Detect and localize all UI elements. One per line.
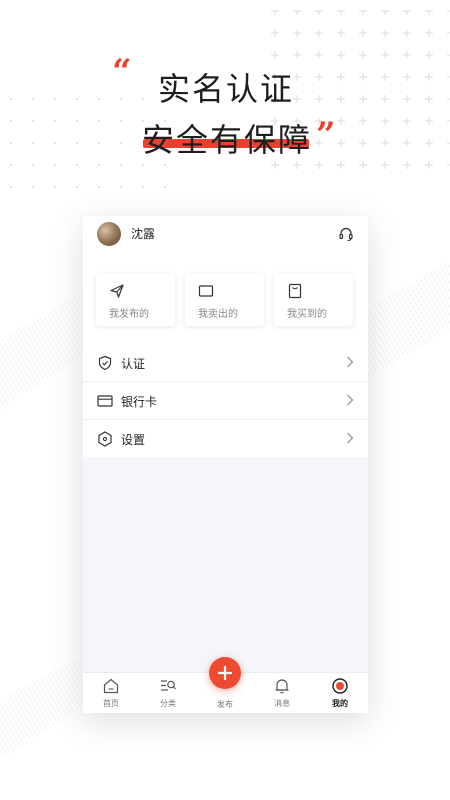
bell-icon bbox=[275, 679, 289, 694]
tab-label: 我的 bbox=[332, 699, 348, 708]
username[interactable]: 沈露 bbox=[131, 225, 155, 242]
bottom-tab-bar: 首页 分类 发布 消息 我的 bbox=[83, 657, 368, 713]
home-icon bbox=[103, 678, 119, 694]
menu-item-label: 银行卡 bbox=[121, 395, 158, 409]
profile-card: 沈露 我发布的 我卖出的 我买到的 bbox=[83, 216, 368, 344]
plus-icon bbox=[217, 665, 233, 681]
bag-icon bbox=[288, 283, 302, 299]
box-icon bbox=[198, 285, 214, 297]
chevron-right-icon bbox=[347, 432, 354, 444]
tab-messages[interactable]: 消息 bbox=[254, 677, 310, 711]
card-icon bbox=[97, 395, 113, 407]
quick-action-bought[interactable]: 我买到的 bbox=[274, 274, 353, 326]
tab-category[interactable]: 分类 bbox=[140, 677, 196, 711]
quote-close-mark: ” bbox=[316, 115, 336, 155]
menu-item-label: 设置 bbox=[121, 433, 146, 447]
category-search-icon bbox=[161, 680, 176, 691]
quick-action-label: 我买到的 bbox=[287, 309, 327, 320]
chevron-right-icon bbox=[347, 356, 354, 368]
chevron-right-icon bbox=[347, 394, 354, 406]
quick-action-published[interactable]: 我发布的 bbox=[96, 274, 175, 326]
settings-menu: 认证 银行卡 设置 bbox=[83, 344, 368, 457]
gear-icon bbox=[98, 431, 112, 447]
headline-line-1: 实名认证 bbox=[158, 70, 295, 108]
publish-label: 发布 bbox=[217, 700, 233, 709]
quick-action-sold[interactable]: 我卖出的 bbox=[185, 274, 264, 326]
headset-icon[interactable] bbox=[338, 226, 354, 242]
tab-label: 消息 bbox=[274, 699, 290, 708]
quote-open-mark: “ bbox=[112, 52, 132, 92]
headline-line-2: 安全有保障 bbox=[142, 121, 313, 159]
send-icon bbox=[110, 284, 124, 298]
quick-action-label: 我发布的 bbox=[109, 309, 149, 320]
quick-action-label: 我卖出的 bbox=[198, 309, 238, 320]
tab-label: 分类 bbox=[160, 699, 176, 708]
menu-item-settings[interactable]: 设置 bbox=[83, 420, 368, 457]
profile-active-icon bbox=[332, 678, 348, 694]
menu-item-bank-card[interactable]: 银行卡 bbox=[83, 382, 368, 420]
menu-item-verification[interactable]: 认证 bbox=[83, 344, 368, 382]
menu-item-label: 认证 bbox=[121, 357, 146, 371]
avatar[interactable] bbox=[97, 222, 121, 246]
shield-icon bbox=[98, 355, 112, 371]
tab-mine[interactable]: 我的 bbox=[312, 677, 368, 711]
tab-home[interactable]: 首页 bbox=[83, 677, 139, 711]
phone-screen: 沈露 我发布的 我卖出的 我买到的 认证 银行卡 设置 首页 分类 发布 消息 … bbox=[83, 216, 368, 713]
publish-button[interactable] bbox=[209, 657, 241, 689]
tab-label: 首页 bbox=[103, 699, 119, 708]
